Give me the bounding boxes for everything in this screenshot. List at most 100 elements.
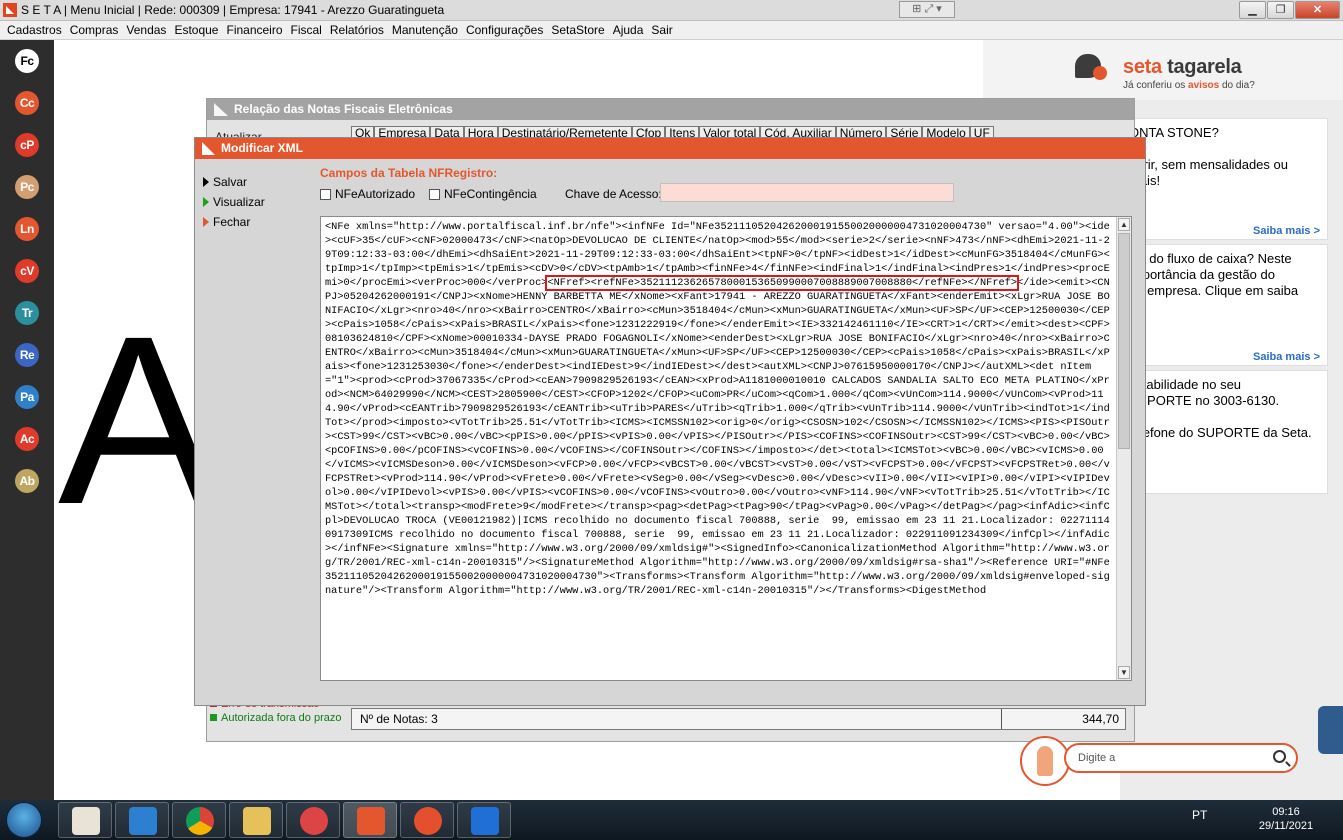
scroll-thumb[interactable] xyxy=(1118,233,1130,449)
tagarela-brand: seta tagarela xyxy=(1123,56,1242,78)
news-text: ONTA STONE? abrir, sem mensalidades ou m… xyxy=(1129,125,1288,188)
relacao-title: Relação das Notas Fiscais Eletrônicas xyxy=(234,102,453,116)
minimize-button[interactable]: ▁ xyxy=(1239,1,1266,19)
nfe-contingencia-checkbox[interactable]: NFeContingência xyxy=(429,187,537,201)
clock-time: 09:16 xyxy=(1272,806,1300,818)
menu-item[interactable]: Manutenção xyxy=(388,21,462,37)
dock-button[interactable]: Tr xyxy=(15,301,39,325)
search-placeholder: Digite a xyxy=(1078,752,1116,764)
play-icon xyxy=(203,217,209,227)
visualizar-button[interactable]: Visualizar xyxy=(203,195,265,209)
search-icon[interactable] xyxy=(1273,750,1286,763)
taskbar-app-chrome[interactable] xyxy=(172,802,226,838)
salvar-button[interactable]: Salvar xyxy=(203,175,247,189)
seta-logo-icon xyxy=(3,3,17,17)
checkbox-box[interactable] xyxy=(429,189,440,200)
taskbar: PT 09:16 29/11/2021 xyxy=(0,800,1343,840)
window-title: S E T A | Menu Inicial | Rede: 000309 | … xyxy=(21,3,445,17)
clock-date: 29/11/2021 xyxy=(1258,820,1314,832)
menu-item[interactable]: Vendas xyxy=(122,21,170,37)
view-controls[interactable]: ⊞ ⤢ ▾ xyxy=(899,1,955,18)
start-button[interactable] xyxy=(6,802,42,838)
saiba-mais-link[interactable]: Saiba mais > xyxy=(1253,223,1320,239)
system-clock[interactable]: 09:16 29/11/2021 xyxy=(1256,805,1316,833)
news-card: cia do fluxo de caixa? Neste importância… xyxy=(1120,244,1328,366)
folder-icon xyxy=(243,807,271,835)
menu-item[interactable]: Cadastros xyxy=(0,21,66,37)
dock-button[interactable]: cV xyxy=(15,259,39,283)
menu-item[interactable]: Compras xyxy=(66,21,123,37)
app-3c-icon xyxy=(72,807,100,835)
menu-item[interactable]: Financeiro xyxy=(222,21,286,37)
dock-button[interactable]: Pc xyxy=(15,175,39,199)
notes-count: Nº de Notas: 3 xyxy=(360,712,438,726)
chat-bubble-icon xyxy=(1075,54,1107,80)
store-icon xyxy=(129,807,157,835)
dock-button[interactable]: Re xyxy=(15,343,39,367)
scroll-down-icon[interactable]: ▼ xyxy=(1118,666,1130,679)
assistant-avatar[interactable] xyxy=(1020,736,1070,786)
footer-divider xyxy=(1001,709,1002,729)
search-box[interactable]: Digite a xyxy=(1064,743,1298,773)
notes-footer: Nº de Notas: 3 344,70 xyxy=(351,708,1126,730)
taskbar-app-seta-3c[interactable] xyxy=(58,802,112,838)
taskbar-app-anydesk[interactable] xyxy=(400,802,454,838)
dialog-header: Modificar XML xyxy=(195,138,1145,159)
taskbar-app-paint[interactable] xyxy=(286,802,340,838)
tagarela-header: seta tagarela Já conferiu os avisos do d… xyxy=(983,40,1343,100)
notes-total: 344,70 xyxy=(1082,712,1119,726)
maximize-button[interactable]: ❐ xyxy=(1267,1,1294,19)
taskbar-app-teamviewer[interactable] xyxy=(457,802,511,838)
fechar-button[interactable]: Fechar xyxy=(203,215,250,229)
menu-item[interactable]: Sair xyxy=(647,21,676,37)
dock-button[interactable]: Ln xyxy=(15,217,39,241)
menu-item[interactable]: Ajuda xyxy=(609,21,648,37)
seta-logo-icon xyxy=(214,103,228,116)
chave-acesso-label: Chave de Acesso: xyxy=(565,187,662,201)
fields-title: Campos da Tabela NFRegistro: xyxy=(320,166,498,180)
dock-button[interactable]: Ac xyxy=(15,427,39,451)
relacao-header: Relação das Notas Fiscais Eletrônicas xyxy=(207,99,1134,120)
anydesk-icon xyxy=(414,807,442,835)
dock-button[interactable]: Pa xyxy=(15,385,39,409)
seta-logo-icon xyxy=(202,142,215,155)
teamviewer-icon xyxy=(471,807,499,835)
checkbox-box[interactable] xyxy=(320,189,331,200)
scroll-up-icon[interactable]: ▲ xyxy=(1118,218,1130,231)
dock-button[interactable]: Ab xyxy=(15,469,39,493)
menu-item[interactable]: SetaStore xyxy=(547,21,608,37)
news-text: estabilidade no seu SUPORTE no 3003-6130… xyxy=(1129,377,1312,440)
chrome-icon xyxy=(186,807,214,835)
close-button[interactable]: ✕ xyxy=(1295,1,1340,19)
xml-content[interactable]: <NFe xmlns="http://www.portalfiscal.inf.… xyxy=(325,220,1113,598)
taskbar-app-seta[interactable] xyxy=(343,802,397,838)
nfe-autorizado-checkbox[interactable]: NFeAutorizado xyxy=(320,187,415,201)
left-dock: Fc Cc cP Pc Ln cV Tr Re Pa Ac Ab xyxy=(0,40,54,800)
news-card: estabilidade no seu SUPORTE no 3003-6130… xyxy=(1120,370,1328,494)
chat-tab-icon[interactable] xyxy=(1318,706,1343,754)
dialog-title: Modificar XML xyxy=(221,141,304,155)
dock-button[interactable]: cP xyxy=(15,133,39,157)
legend-autorizada: Autorizada fora do prazo xyxy=(210,711,341,725)
taskbar-app-explorer[interactable] xyxy=(229,802,283,838)
tagarela-subtitle: Já conferiu os avisos do dia? xyxy=(1123,80,1255,91)
menu-item[interactable]: Relatórios xyxy=(326,21,388,37)
menu-item[interactable]: Configurações xyxy=(462,21,547,37)
window-titlebar: S E T A | Menu Inicial | Rede: 000309 | … xyxy=(0,0,1343,21)
modificar-xml-dialog: Modificar XML Salvar Visualizar Fechar C… xyxy=(194,137,1146,706)
saiba-mais-link[interactable]: Saiba mais > xyxy=(1253,349,1320,365)
language-indicator[interactable]: PT xyxy=(1192,808,1207,822)
taskbar-app-store[interactable] xyxy=(115,802,169,838)
chave-acesso-input[interactable] xyxy=(660,183,954,202)
menu-item[interactable]: Estoque xyxy=(170,21,222,37)
paint-icon xyxy=(300,807,328,835)
news-text: cia do fluxo de caixa? Neste importância… xyxy=(1129,251,1299,298)
dock-button[interactable]: Cc xyxy=(15,91,39,115)
menu-item[interactable]: Fiscal xyxy=(287,21,326,37)
xml-editor[interactable]: <NFe xmlns="http://www.portalfiscal.inf.… xyxy=(320,216,1132,681)
seta-logo-icon xyxy=(357,807,385,835)
xml-scrollbar[interactable]: ▲ ▼ xyxy=(1116,217,1131,680)
news-card: ONTA STONE? abrir, sem mensalidades ou m… xyxy=(1120,118,1328,240)
menu-bar: Cadastros Compras Vendas Estoque Financeiro F… xyxy=(0,21,1343,40)
dock-button[interactable]: Fc xyxy=(15,49,39,73)
